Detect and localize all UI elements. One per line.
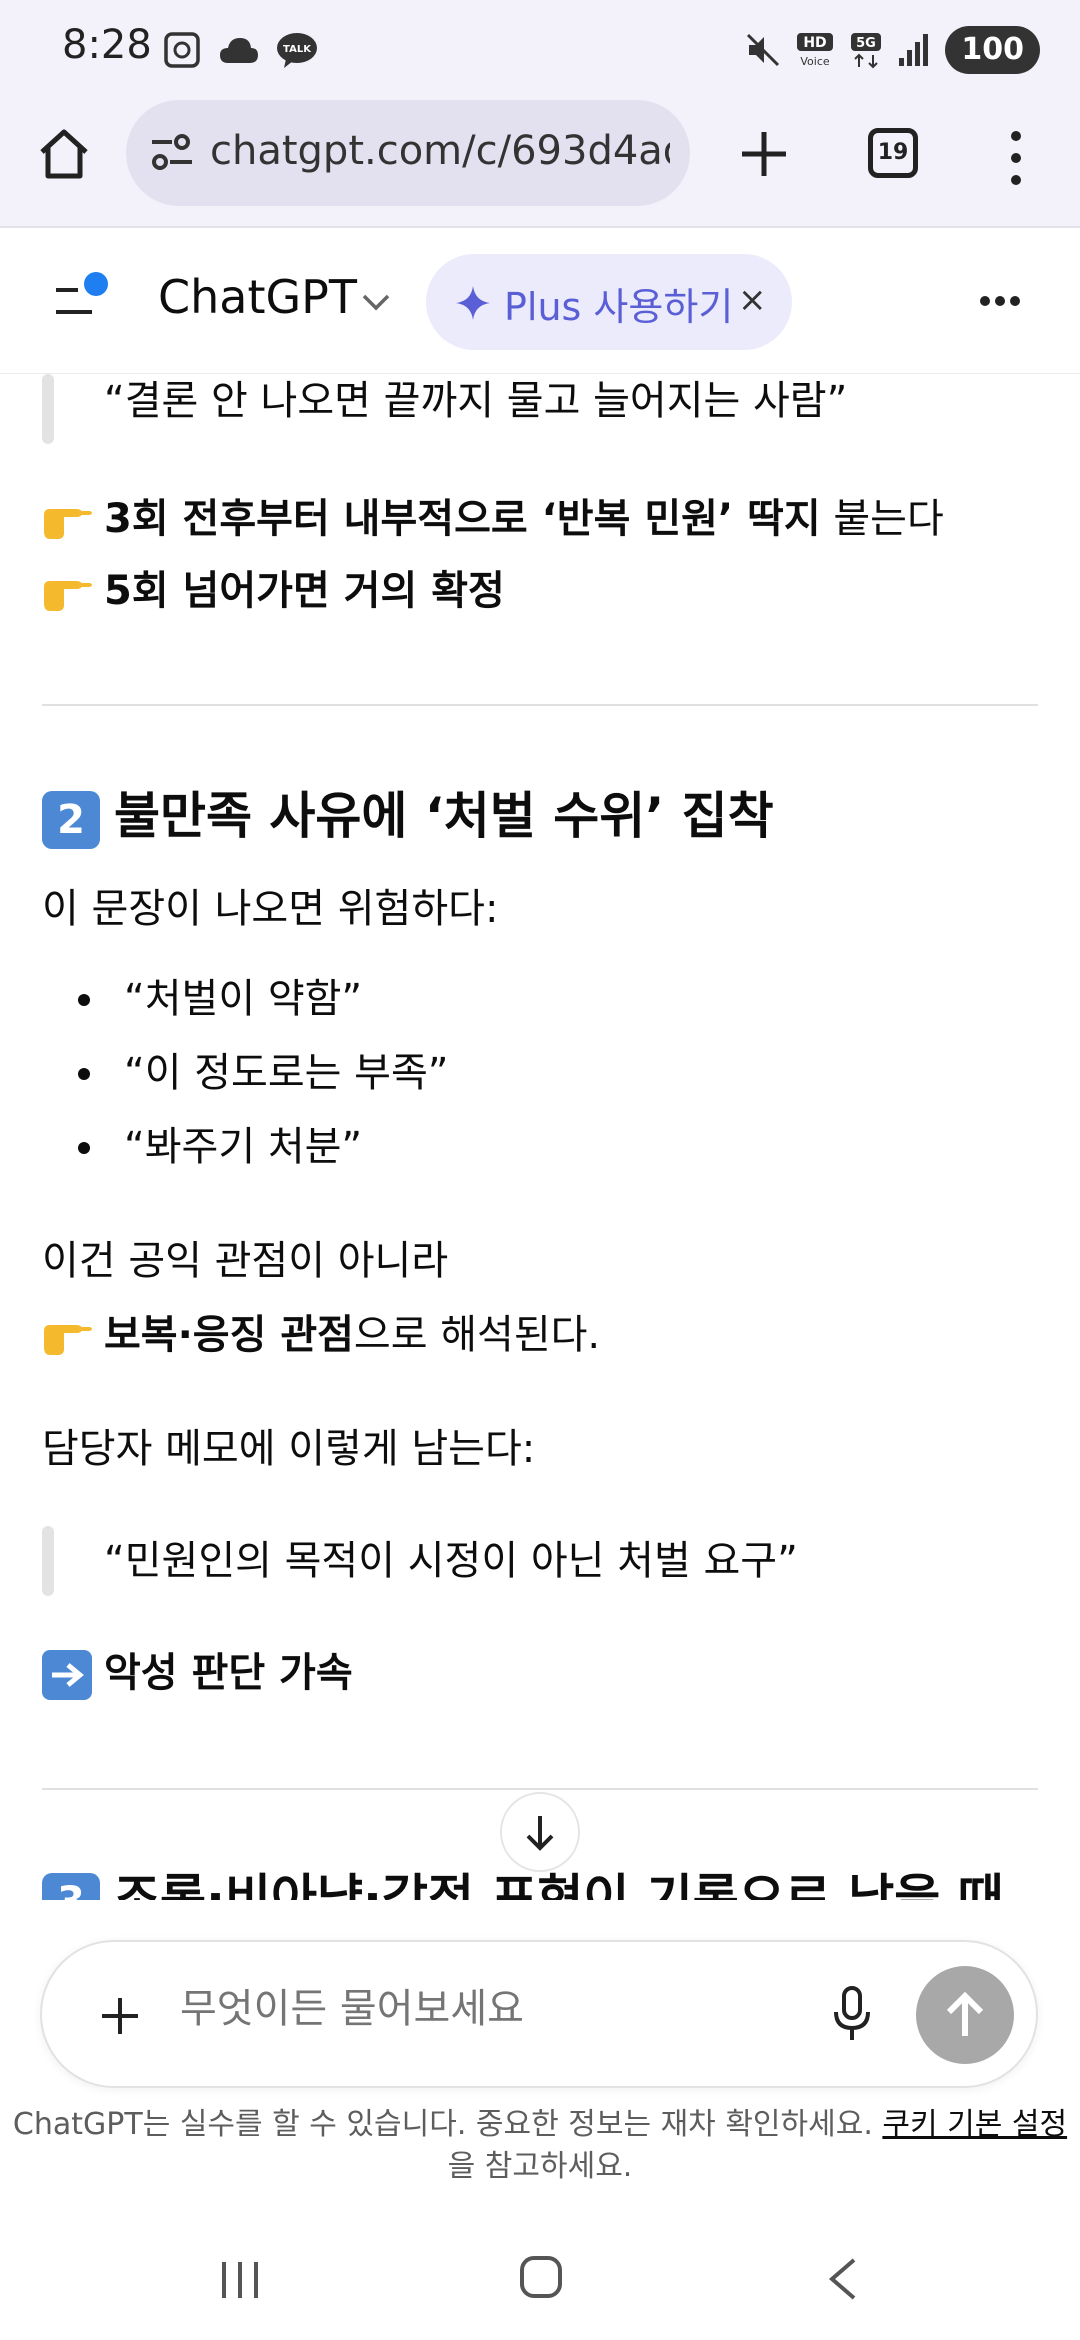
- point-line-2: 5회 넘어가면 거의 확정: [42, 564, 505, 618]
- plus-upgrade-pill[interactable]: Plus 사용하기 ×: [426, 254, 792, 350]
- network-label: 5G: [857, 36, 877, 51]
- section-2-line-2-rest: 으로 해석된다.: [353, 1312, 601, 1358]
- site-settings-icon[interactable]: [150, 132, 194, 172]
- hd-label: HD: [804, 35, 827, 51]
- chevron-down-icon[interactable]: [360, 292, 392, 312]
- disclaimer: ChatGPT는 실수를 할 수 있습니다. 중요한 정보는 재차 확인하세요.…: [0, 2104, 1080, 2188]
- status-right-icons: HD Voice 5G 100: [745, 26, 1040, 74]
- memo-intro: 담당자 메모에 이렇게 남는다:: [42, 1426, 536, 1472]
- more-options-icon[interactable]: [978, 294, 1022, 308]
- quote-bar: [42, 374, 54, 444]
- status-left-icons: TALK: [162, 30, 318, 70]
- right-arrow-icon: [42, 1650, 92, 1700]
- list-item: “봐주기 처분”: [124, 1124, 363, 1170]
- arrow-down-icon: [526, 1816, 554, 1851]
- pointing-hand-icon: [44, 1325, 92, 1355]
- talk-badge: TALK: [283, 44, 312, 55]
- home-nav-icon[interactable]: [518, 2254, 564, 2300]
- section-divider: [42, 1788, 1038, 1790]
- cookie-settings-link[interactable]: 쿠키 기본 설정: [882, 2107, 1067, 2142]
- recent-apps-icon[interactable]: [218, 2258, 262, 2302]
- close-icon[interactable]: ×: [738, 280, 767, 320]
- list-item: “처벌이 약함”: [124, 976, 363, 1022]
- point-2-bold: 5회 넘어가면 거의 확정: [104, 568, 505, 614]
- section-2-intro: 이 문장이 나오면 위험하다:: [42, 886, 499, 932]
- bullet-dot: [78, 1068, 90, 1080]
- hd-voice-icon: HD Voice: [797, 33, 834, 68]
- microphone-icon[interactable]: [832, 1984, 872, 2044]
- signal-icon: [899, 34, 929, 66]
- browser-menu-icon[interactable]: [1006, 128, 1026, 188]
- section-2-line-2: 보복·응징 관점으로 해석된다.: [42, 1308, 600, 1362]
- composer: [40, 1940, 1038, 2088]
- status-time: 8:28: [62, 22, 152, 68]
- sparkle-icon: [456, 286, 490, 320]
- kakaotalk-icon: TALK: [277, 33, 317, 68]
- point-1-bold: 3회 전후부터 내부적으로 ‘반복 민원’ 딱지: [104, 496, 821, 542]
- battery-level: 100: [945, 26, 1040, 74]
- home-icon[interactable]: [36, 126, 92, 182]
- arrow-up-icon: [946, 1991, 984, 2036]
- voice-label: Voice: [801, 55, 831, 68]
- back-icon[interactable]: [826, 2256, 858, 2302]
- memo-quote: “민원인의 목적이 시정이 아닌 처벌 요구”: [104, 1538, 798, 1584]
- disclaimer-suffix: 을 참고하세요.: [447, 2149, 633, 2184]
- mute-icon: [747, 33, 780, 67]
- url-text[interactable]: chatgpt.com/c/693d4ad4-: [210, 128, 670, 174]
- quote-text: “결론 안 나오면 끝까지 물고 늘어지는 사람”: [104, 378, 848, 424]
- disclaimer-text: ChatGPT는 실수를 할 수 있습니다. 중요한 정보는 재차 확인하세요.: [12, 2107, 883, 2142]
- section-divider: [42, 704, 1038, 706]
- network-5g-icon: 5G: [851, 33, 882, 69]
- pointing-hand-icon: [44, 581, 92, 611]
- url-bar[interactable]: chatgpt.com/c/693d4ad4-: [126, 100, 690, 206]
- plus-upgrade-label[interactable]: Plus 사용하기: [504, 276, 733, 331]
- point-1-rest: 붙는다: [820, 496, 944, 542]
- bullet-dot: [78, 994, 90, 1006]
- browser-toolbar: chatgpt.com/c/693d4ad4- 19: [0, 100, 1080, 228]
- new-tab-icon[interactable]: [734, 124, 794, 184]
- keycap-2-icon: 2: [42, 790, 100, 849]
- attach-plus-icon[interactable]: [92, 1988, 148, 2044]
- quote-bar: [42, 1526, 54, 1596]
- scroll-to-bottom-button[interactable]: [500, 1792, 580, 1872]
- section-2-heading: 2 불만족 사유에 ‘처벌 수위’ 집착: [42, 784, 774, 849]
- system-navigation-bar: [0, 2216, 1080, 2340]
- pointing-hand-icon: [44, 509, 92, 539]
- message-input[interactable]: [180, 1986, 700, 2032]
- point-line-1: 3회 전후부터 내부적으로 ‘반복 민원’ 딱지 붙는다: [42, 492, 944, 546]
- cloud-icon: [220, 38, 258, 63]
- result-text: 악성 판단 가속: [104, 1650, 353, 1696]
- section-2-line-1: 이건 공익 관점이 아니라: [42, 1238, 449, 1284]
- status-bar: 8:28 TALK HD Voice 5G 100: [0, 0, 1080, 100]
- bullet-dot: [78, 1142, 90, 1154]
- chat-header: ChatGPT Plus 사용하기 ×: [0, 230, 1080, 374]
- send-button[interactable]: [916, 1966, 1014, 2064]
- section-2-line-2-bold: 보복·응징 관점: [104, 1312, 354, 1358]
- section-2-result: 악성 판단 가속: [42, 1646, 353, 1700]
- notification-dot: [84, 272, 108, 296]
- chat-message-content: “결론 안 나오면 끝까지 물고 늘어지는 사람” 3회 전후부터 내부적으로 …: [0, 374, 1080, 1934]
- list-item: “이 정도로는 부족”: [124, 1050, 449, 1096]
- screenshot-icon: [164, 32, 200, 68]
- tab-switcher-button[interactable]: 19: [868, 128, 918, 178]
- model-selector[interactable]: ChatGPT: [158, 270, 357, 324]
- section-2-title: 불만족 사유에 ‘처벌 수위’ 집착: [114, 787, 774, 845]
